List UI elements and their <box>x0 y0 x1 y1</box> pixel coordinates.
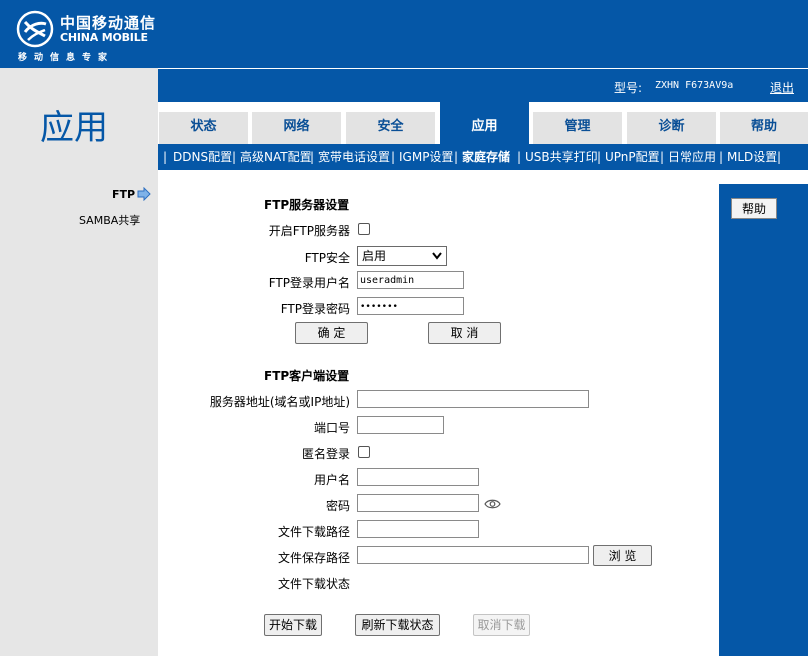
tab-application[interactable]: 应用 <box>440 102 529 144</box>
subnav-upnp[interactable]: UPnP配置 <box>605 144 660 170</box>
ftp-enable-checkbox[interactable] <box>358 223 370 235</box>
top-header-bar: 中国移动通信 CHINA MOBILE 移动信息专家 <box>0 0 808 68</box>
subnav-mld[interactable]: MLD设置 <box>727 144 777 170</box>
ftp-confirm-button[interactable]: 确 定 <box>295 322 368 344</box>
server-address-input[interactable] <box>357 390 589 408</box>
subnav-separator: | <box>517 150 522 164</box>
tab-help[interactable]: 帮助 <box>720 112 808 144</box>
help-button[interactable]: 帮助 <box>731 198 777 219</box>
client-password-input[interactable] <box>357 494 479 512</box>
logo-slogan: 移动信息专家 <box>18 53 115 63</box>
start-download-button[interactable]: 开始下载 <box>264 614 322 636</box>
tab-diagnostics[interactable]: 诊断 <box>627 112 716 144</box>
ftp-username-label: FTP登录用户名 <box>268 276 350 290</box>
tab-security[interactable]: 安全 <box>346 112 435 144</box>
ftp-security-value: 启用 <box>362 249 387 263</box>
show-password-eye-icon[interactable] <box>484 497 501 511</box>
save-path-label: 文件保存路径 <box>277 551 350 565</box>
subnav-ddns[interactable]: DDNS配置 <box>173 144 232 170</box>
server-address-label: 服务器地址(域名或IP地址) <box>209 395 350 409</box>
browse-button[interactable]: 浏 览 <box>593 545 652 566</box>
ftp-username-input[interactable]: useradmin <box>357 271 464 289</box>
subnav-voip[interactable]: 宽带电话设置 <box>318 144 390 170</box>
model-label: 型号: <box>614 81 643 95</box>
left-menu: FTP SAMBA共享 <box>0 170 158 656</box>
subnav-separator: | <box>163 150 168 164</box>
help-panel: 帮助 <box>719 184 808 656</box>
menu-item-ftp[interactable]: FTP <box>112 188 135 201</box>
tab-status[interactable]: 状态 <box>159 112 248 144</box>
logo-brand-english: CHINA MOBILE <box>60 31 148 44</box>
subnav-separator: | <box>310 150 315 164</box>
arrow-right-icon <box>137 187 151 201</box>
client-password-label: 密码 <box>325 499 350 513</box>
ftp-password-label: FTP登录密码 <box>280 302 350 316</box>
subnav-igmp[interactable]: IGMP设置 <box>399 144 453 170</box>
model-value: ZXHN F673AV9a <box>655 80 734 91</box>
ftp-password-input[interactable]: ••••••• <box>357 297 464 315</box>
client-username-input[interactable] <box>357 468 479 486</box>
client-username-label: 用户名 <box>313 473 350 487</box>
china-mobile-logo: 中国移动通信 CHINA MOBILE 移动信息专家 <box>16 10 157 63</box>
ftp-client-section-title: FTP客户端设置 <box>264 369 350 383</box>
save-path-input[interactable] <box>357 546 589 564</box>
ftp-cancel-button[interactable]: 取 消 <box>428 322 501 344</box>
sub-navigation: | DDNS配置 | 高级NAT配置 | 宽带电话设置 | IGMP设置 | 家… <box>158 144 808 170</box>
port-label: 端口号 <box>313 421 350 435</box>
model-info-bar: 型号: ZXHN F673AV9a 退出 <box>158 69 808 102</box>
ftp-enable-label: 开启FTP服务器 <box>268 224 350 238</box>
main-tab-bar: 状态 网络 安全 应用 管理 诊断 帮助 <box>158 102 808 144</box>
subnav-separator: | <box>719 150 724 164</box>
anonymous-login-label: 匿名登录 <box>301 447 350 461</box>
menu-item-samba[interactable]: SAMBA共享 <box>79 212 140 228</box>
tab-network[interactable]: 网络 <box>252 112 341 144</box>
chevron-down-icon <box>432 252 442 260</box>
subnav-separator: | <box>454 150 459 164</box>
subnav-separator: | <box>777 150 782 164</box>
subnav-usb-printing[interactable]: USB共享打印 <box>525 144 598 170</box>
download-status-label: 文件下载状态 <box>277 577 350 591</box>
anonymous-login-checkbox[interactable] <box>358 446 370 458</box>
download-path-label: 文件下载路径 <box>277 525 350 539</box>
subnav-separator: | <box>391 150 396 164</box>
ftp-security-select[interactable]: 启用 <box>357 246 447 266</box>
logout-link[interactable]: 退出 <box>770 79 794 96</box>
cancel-download-button[interactable]: 取消下载 <box>473 614 530 636</box>
port-input[interactable] <box>357 416 444 434</box>
subnav-separator: | <box>660 150 665 164</box>
subnav-separator: | <box>232 150 237 164</box>
subnav-separator: | <box>597 150 602 164</box>
page-title: 应用 <box>40 108 108 148</box>
ftp-security-label: FTP安全 <box>304 251 350 265</box>
refresh-download-status-button[interactable]: 刷新下载状态 <box>355 614 440 636</box>
ftp-server-section-title: FTP服务器设置 <box>264 198 350 212</box>
subnav-home-storage[interactable]: 家庭存储 <box>462 144 510 170</box>
download-path-input[interactable] <box>357 520 479 538</box>
logo-brand-chinese: 中国移动通信 <box>60 14 157 32</box>
subnav-daily-apps[interactable]: 日常应用 <box>668 144 716 170</box>
china-mobile-logo-icon <box>16 10 54 48</box>
tab-management[interactable]: 管理 <box>533 112 622 144</box>
subnav-advanced-nat[interactable]: 高级NAT配置 <box>240 144 312 170</box>
